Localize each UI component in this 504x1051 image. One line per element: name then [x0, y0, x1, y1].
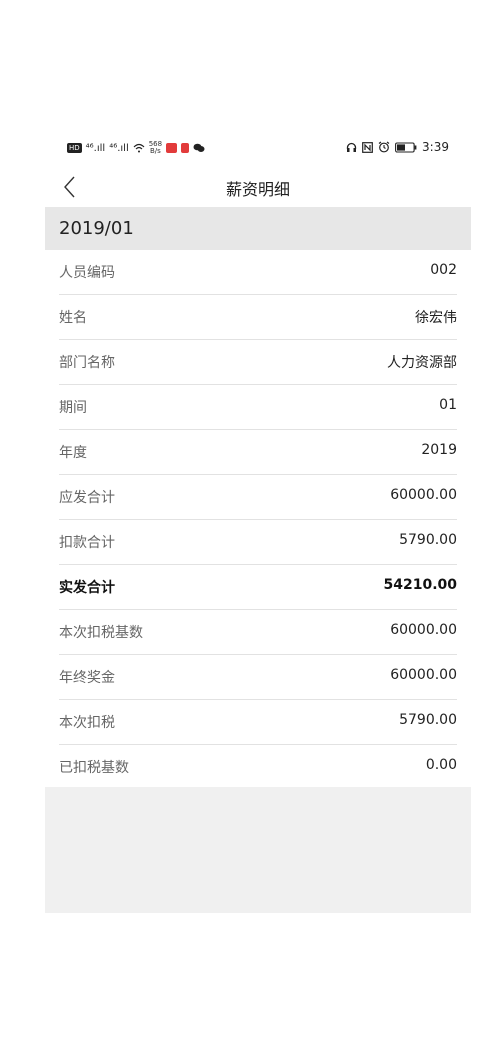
- row-label: 本次扣税: [59, 715, 115, 731]
- row-label: 已扣税基数: [59, 760, 129, 776]
- list-item: 本次扣税基数 60000.00: [59, 610, 457, 655]
- list-item: 姓名 徐宏伟: [59, 295, 457, 340]
- list-item: 应发合计 60000.00: [59, 475, 457, 520]
- list-item-net-pay: 实发合计 54210.00: [59, 565, 457, 610]
- row-value: 002: [430, 262, 457, 278]
- phone-screen: HD ⁴⁶.ıll ⁴⁶.ıll 568 B/s 3:39 薪资明细 2019/…: [45, 138, 471, 913]
- row-value: 60000.00: [390, 667, 457, 683]
- salary-detail-list: 人员编码 002 姓名 徐宏伟 部门名称 人力资源部 期间 01 年度 2019…: [45, 250, 471, 789]
- row-label: 年终奖金: [59, 670, 115, 686]
- list-item: 已扣税基数 0.00: [59, 745, 457, 789]
- list-item: 本次扣税 5790.00: [59, 700, 457, 745]
- row-value: 0.00: [425, 757, 457, 773]
- row-value: 60000.00: [390, 622, 457, 638]
- empty-footer-area: [45, 787, 471, 913]
- headphone-icon: [346, 142, 357, 152]
- list-item: 期间 01: [59, 385, 457, 430]
- page-title: 薪资明细: [225, 180, 290, 199]
- row-label: 应发合计: [59, 490, 115, 506]
- row-value: 5790.00: [399, 532, 457, 548]
- status-bar: HD ⁴⁶.ıll ⁴⁶.ıll 568 B/s 3:39: [45, 138, 471, 162]
- status-right: 3:39: [346, 140, 449, 154]
- nfc-icon: [362, 141, 373, 153]
- list-item: 扣款合计 5790.00: [59, 520, 457, 565]
- alarm-icon: [378, 141, 390, 153]
- list-item: 年度 2019: [59, 430, 457, 475]
- period-label: 2019/01: [59, 218, 134, 239]
- speed-unit: B/s: [150, 147, 161, 155]
- row-label: 部门名称: [59, 355, 115, 371]
- nav-header: 薪资明细: [45, 168, 471, 206]
- row-label: 扣款合计: [59, 535, 115, 551]
- app-notification-icon-2: [180, 143, 190, 153]
- row-label: 期间: [59, 400, 87, 416]
- hd-badge: HD: [67, 143, 82, 153]
- list-item: 年终奖金 60000.00: [59, 655, 457, 700]
- signal-icon-2: ⁴⁶.ıll: [109, 142, 129, 154]
- network-speed: 568 B/s: [149, 141, 162, 155]
- row-label: 本次扣税基数: [59, 625, 143, 641]
- list-item: 部门名称 人力资源部: [59, 340, 457, 385]
- battery-icon: [395, 141, 417, 153]
- wifi-icon: [133, 143, 145, 153]
- row-value: 5790.00: [399, 712, 457, 728]
- wechat-icon: [193, 143, 205, 152]
- row-value: 01: [439, 397, 457, 413]
- row-value: 54210.00: [383, 577, 457, 593]
- app-notification-icon: [166, 143, 177, 153]
- row-label: 人员编码: [59, 265, 115, 281]
- clock-time: 3:39: [422, 140, 449, 154]
- row-value: 人力资源部: [387, 355, 457, 371]
- row-label: 姓名: [59, 310, 87, 326]
- signal-icon: ⁴⁶.ıll: [85, 142, 106, 154]
- row-label: 实发合计: [59, 580, 115, 596]
- row-label: 年度: [59, 445, 87, 461]
- period-header: 2019/01: [45, 207, 471, 250]
- list-item: 人员编码 002: [59, 250, 457, 295]
- status-left: HD ⁴⁶.ıll ⁴⁶.ıll 568 B/s: [67, 141, 205, 155]
- row-value: 60000.00: [390, 487, 457, 503]
- row-value: 徐宏伟: [415, 310, 457, 326]
- row-value: 2019: [421, 442, 457, 458]
